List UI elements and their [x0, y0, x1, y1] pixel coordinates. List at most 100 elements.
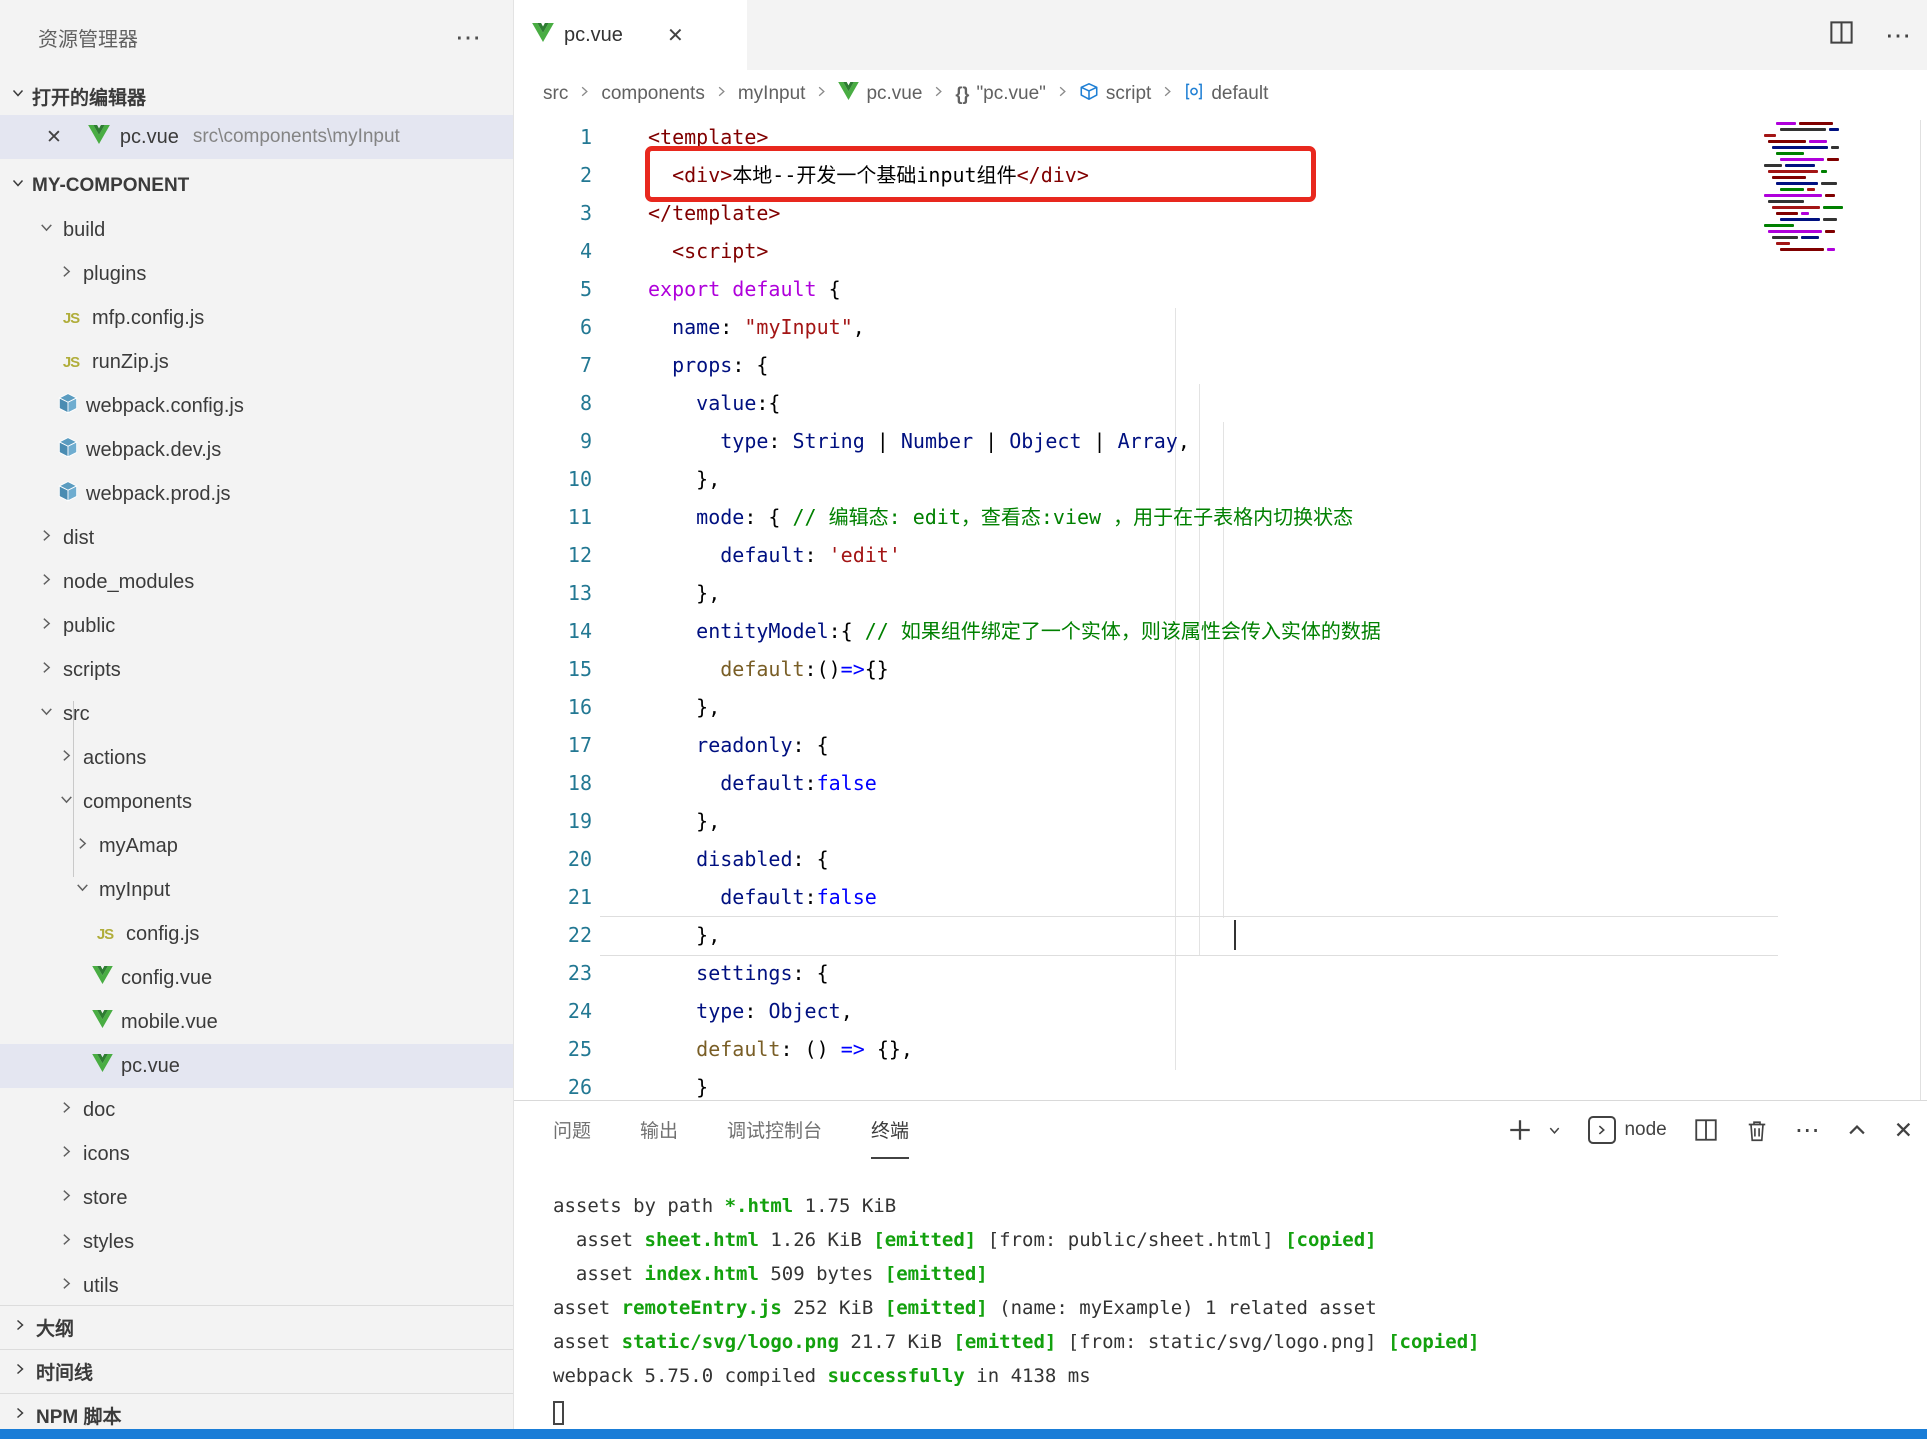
code-line-23[interactable]: 23 settings: { [514, 954, 1927, 992]
tree-item-config-js[interactable]: JSconfig.js [0, 912, 513, 956]
tree-item-label: webpack.dev.js [86, 439, 221, 462]
code-line-25[interactable]: 25 default: () => {}, [514, 1030, 1927, 1068]
breadcrumb-item-script[interactable]: script [1079, 82, 1151, 107]
code-line-4[interactable]: 4 <script> [514, 232, 1927, 270]
terminal-process-item[interactable]: node [1588, 1116, 1666, 1144]
tree-item-icons[interactable]: icons [0, 1132, 513, 1176]
code-line-12[interactable]: 12 default: 'edit' [514, 536, 1927, 574]
vue-file-icon [92, 1010, 113, 1034]
panel-tab-终端[interactable]: 终端 [871, 1101, 909, 1159]
tree-item-webpack-dev-js[interactable]: webpack.dev.js [0, 428, 513, 472]
scrollbar-track[interactable] [1920, 120, 1921, 1100]
code-line-26[interactable]: 26 } [514, 1068, 1927, 1100]
panel-more-actions-icon[interactable]: ⋯ [1795, 1115, 1820, 1145]
tree-item-mobile-vue[interactable]: mobile.vue [0, 1000, 513, 1044]
code-line-18[interactable]: 18 default:false [514, 764, 1927, 802]
terminal-launch-dropdown-icon[interactable] [1547, 1123, 1562, 1138]
tree-item-mfp-config-js[interactable]: JSmfp.config.js [0, 296, 513, 340]
tree-item-runzip-js[interactable]: JSrunZip.js [0, 340, 513, 384]
webpack-file-icon [58, 393, 78, 420]
editor-more-actions-icon[interactable]: ⋯ [1885, 20, 1911, 51]
tree-item-scripts[interactable]: scripts [0, 648, 513, 692]
code-line-17[interactable]: 17 readonly: { [514, 726, 1927, 764]
tree-item-src[interactable]: src [0, 692, 513, 736]
tree-item-store[interactable]: store [0, 1176, 513, 1220]
panel-tab-问题[interactable]: 问题 [553, 1101, 591, 1159]
terminal-process-name: node [1624, 1119, 1666, 1141]
tree-item-utils[interactable]: utils [0, 1264, 513, 1308]
code-line-22[interactable]: 22 }, [514, 916, 1927, 954]
chevron-right-icon [38, 659, 55, 682]
tree-item-styles[interactable]: styles [0, 1220, 513, 1264]
maximize-panel-icon[interactable] [1846, 1119, 1868, 1141]
code-line-7[interactable]: 7 props: { [514, 346, 1927, 384]
code-line-15[interactable]: 15 default:()=>{} [514, 650, 1927, 688]
code-line-9[interactable]: 9 type: String | Number | Object | Array… [514, 422, 1927, 460]
file-tree: buildpluginsJSmfp.config.jsJSrunZip.jswe… [0, 208, 513, 1308]
outline-section-header[interactable]: 大纲 [0, 1305, 513, 1349]
open-editors-header[interactable]: 打开的编辑器 [0, 78, 513, 114]
breadcrumb-item--pc-vue-[interactable]: {}"pc.vue" [955, 83, 1045, 105]
tree-item-webpack-prod-js[interactable]: webpack.prod.js [0, 472, 513, 516]
javascript-file-icon: JS [58, 354, 84, 371]
code-line-8[interactable]: 8 value:{ [514, 384, 1927, 422]
open-editor-file-path: src\components\myInput [193, 126, 400, 148]
workspace-folder-header[interactable]: MY-COMPONENT [0, 168, 513, 204]
tree-item-config-vue[interactable]: config.vue [0, 956, 513, 1000]
tree-item-dist[interactable]: dist [0, 516, 513, 560]
terminal-output[interactable]: assets by path *.html 1.75 KiB asset she… [553, 1189, 1480, 1427]
kill-terminal-icon[interactable] [1745, 1118, 1769, 1143]
tree-item-label: actions [83, 747, 146, 770]
tree-item-webpack-config-js[interactable]: webpack.config.js [0, 384, 513, 428]
code-editor[interactable]: 1<template>2 <div>本地--开发一个基础input组件</div… [514, 120, 1927, 1100]
code-line-10[interactable]: 10 }, [514, 460, 1927, 498]
tree-item-myamap[interactable]: myAmap [0, 824, 513, 868]
tree-item-label: components [83, 791, 192, 814]
code-line-6[interactable]: 6 name: "myInput", [514, 308, 1927, 346]
tree-item-actions[interactable]: actions [0, 736, 513, 780]
tree-item-public[interactable]: public [0, 604, 513, 648]
breadcrumb-separator-icon [714, 83, 729, 105]
tab-pc-vue[interactable]: pc.vue ✕ [514, 0, 747, 70]
minimap[interactable] [1764, 120, 1874, 254]
code-line-19[interactable]: 19 }, [514, 802, 1927, 840]
code-line-11[interactable]: 11 mode: { // 编辑态: edit，查看态:view ，用于在子表格… [514, 498, 1927, 536]
panel-tab-调试控制台[interactable]: 调试控制台 [727, 1101, 822, 1159]
terminal-line: webpack 5.75.0 compiled successfully in … [553, 1359, 1480, 1393]
close-tab-icon[interactable]: ✕ [667, 23, 684, 48]
tree-item-label: public [63, 615, 115, 638]
timeline-section-header[interactable]: 时间线 [0, 1349, 513, 1393]
close-editor-icon[interactable]: ✕ [46, 126, 62, 149]
code-line-24[interactable]: 24 type: Object, [514, 992, 1927, 1030]
tree-item-label: scripts [63, 659, 121, 682]
vscode-window: 资源管理器 ⋯ 打开的编辑器 ✕ pc.vue src\components\m… [0, 0, 1927, 1439]
open-editor-item-pc-vue[interactable]: ✕ pc.vue src\components\myInput [0, 115, 513, 159]
split-editor-icon[interactable] [1828, 19, 1855, 51]
new-terminal-icon[interactable] [1507, 1117, 1533, 1143]
breadcrumb-item-default[interactable]: default [1184, 82, 1268, 107]
chevron-right-icon [38, 527, 55, 550]
breadcrumb-item-pc-vue[interactable]: pc.vue [838, 82, 922, 106]
code-line-20[interactable]: 20 disabled: { [514, 840, 1927, 878]
code-line-13[interactable]: 13 }, [514, 574, 1927, 612]
sidebar-more-actions-icon[interactable]: ⋯ [455, 32, 481, 42]
tree-item-doc[interactable]: doc [0, 1088, 513, 1132]
code-line-5[interactable]: 5export default { [514, 270, 1927, 308]
tree-item-plugins[interactable]: plugins [0, 252, 513, 296]
code-line-14[interactable]: 14 entityModel:{ // 如果组件绑定了一个实体，则该属性会传入实… [514, 612, 1927, 650]
tree-item-pc-vue[interactable]: pc.vue [0, 1044, 513, 1088]
tree-item-myinput[interactable]: myInput [0, 868, 513, 912]
breadcrumb-item-src[interactable]: src [543, 83, 568, 105]
tree-item-node-modules[interactable]: node_modules [0, 560, 513, 604]
tree-item-label: plugins [83, 263, 146, 286]
split-terminal-icon[interactable] [1693, 1117, 1719, 1143]
tree-item-components[interactable]: components [0, 780, 513, 824]
line-number: 8 [514, 384, 592, 422]
code-line-21[interactable]: 21 default:false [514, 878, 1927, 916]
close-panel-icon[interactable]: ✕ [1894, 1117, 1913, 1144]
panel-tab-输出[interactable]: 输出 [640, 1101, 678, 1159]
code-line-16[interactable]: 16 }, [514, 688, 1927, 726]
breadcrumb-item-myinput[interactable]: myInput [738, 83, 806, 105]
breadcrumb-item-components[interactable]: components [601, 83, 705, 105]
tree-item-build[interactable]: build [0, 208, 513, 252]
